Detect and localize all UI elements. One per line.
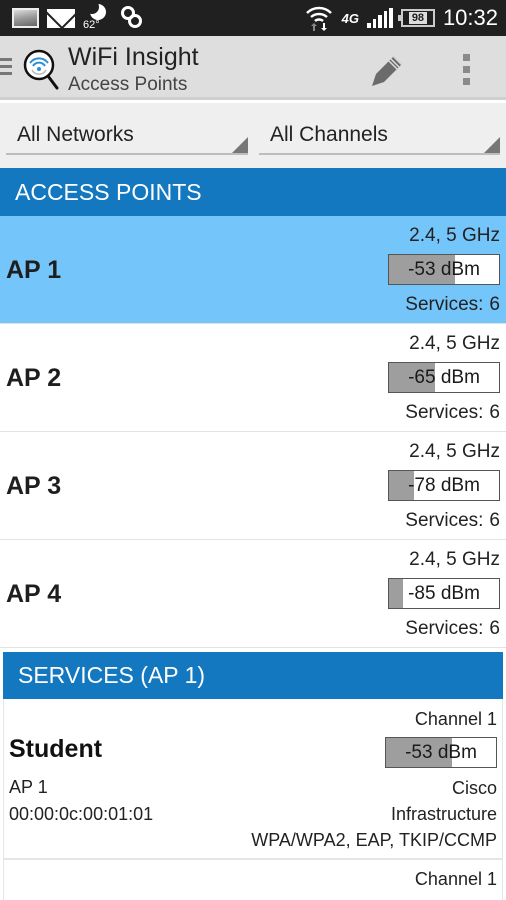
mail-icon (47, 8, 75, 28)
temperature: 62° (83, 19, 100, 31)
signal-value: -65 dBm (408, 367, 480, 388)
ap-name: AP 4 (6, 580, 62, 608)
services-count: 6 (489, 294, 500, 315)
channel-filter-dropdown[interactable]: All Channels (259, 117, 500, 155)
ap-name: AP 1 (6, 256, 62, 284)
access-point-row[interactable]: AP 2 2.4, 5 GHz -65 dBm Services: 6 (0, 324, 506, 432)
service-row[interactable]: Channel 1 (4, 860, 502, 900)
wifi-signal-icon (305, 6, 332, 31)
access-point-list: AP 1 2.4, 5 GHz -53 dBm Services: 6 AP 2 … (0, 216, 506, 648)
gallery-icon (12, 8, 39, 28)
ap-services: Services: 6 (405, 402, 500, 424)
ap-bands: 2.4, 5 GHz (409, 333, 500, 354)
services-count: 6 (489, 402, 500, 423)
network-filter-dropdown[interactable]: All Networks (6, 117, 248, 155)
service-mode: Infrastructure (390, 804, 497, 824)
access-point-row[interactable]: AP 1 2.4, 5 GHz -53 dBm Services: 6 (0, 216, 506, 324)
services-label: Services: (405, 618, 484, 639)
services-label: Services: (405, 402, 484, 423)
pencil-edit-icon[interactable] (364, 48, 408, 92)
app-title: WiFi Insight (68, 43, 199, 71)
clock: 10:32 (442, 5, 498, 30)
overflow-menu-icon[interactable] (454, 50, 478, 90)
ap-services: Services: 6 (405, 618, 500, 640)
ap-name: AP 2 (6, 364, 62, 392)
signal-strength-bar: -53 dBm (388, 254, 500, 285)
sync-icon (119, 5, 145, 31)
dropdown-arrow-icon (484, 137, 500, 153)
ap-services: Services: 6 (405, 294, 500, 316)
network-type: 4G (341, 10, 359, 26)
service-channel: Channel 1 (414, 869, 497, 889)
access-point-row[interactable]: AP 3 2.4, 5 GHz -78 dBm Services: 6 (0, 432, 506, 540)
channel-filter-value: All Channels (270, 123, 388, 146)
service-vendor: Cisco (451, 778, 497, 798)
network-filter-value: All Networks (17, 123, 134, 146)
signal-value: -78 dBm (408, 475, 480, 496)
services-count: 6 (489, 510, 500, 531)
ap-bands: 2.4, 5 GHz (409, 549, 500, 570)
access-point-row[interactable]: AP 4 2.4, 5 GHz -85 dBm Services: 6 (0, 540, 506, 648)
battery-level: 98 (408, 12, 428, 24)
hamburger-menu-icon[interactable] (0, 58, 12, 78)
app-subtitle: Access Points (68, 74, 188, 95)
signal-strength-bar: -53 dBm (385, 737, 497, 768)
status-bar: 62° 4G 98 10:32 (0, 0, 506, 36)
access-points-header: ACCESS POINTS (0, 168, 506, 216)
service-security: WPA/WPA2, EAP, TKIP/CCMP (251, 830, 497, 850)
signal-value: -85 dBm (408, 583, 480, 604)
dropdown-arrow-icon (232, 137, 248, 153)
action-bar: WiFi Insight Access Points (0, 36, 506, 100)
signal-value: -53 dBm (408, 259, 480, 280)
services-header: SERVICES (AP 1) (3, 652, 503, 699)
service-list: Channel 1 Student -53 dBm AP 1 Cisco 00:… (3, 699, 503, 900)
services-label: Services: (405, 294, 484, 315)
weather-night-icon: 62° (83, 0, 111, 33)
signal-strength-bar: -78 dBm (388, 470, 500, 501)
service-ssid: Student (9, 735, 103, 763)
cell-signal-icon (366, 8, 393, 28)
ap-bands: 2.4, 5 GHz (409, 225, 500, 246)
ap-name: AP 3 (6, 472, 62, 500)
battery-icon: 98 (397, 9, 435, 27)
signal-strength-bar: -65 dBm (388, 362, 500, 393)
ap-bands: 2.4, 5 GHz (409, 441, 500, 462)
service-bssid: 00:00:0c:00:01:01 (9, 804, 154, 824)
services-label: Services: (405, 510, 484, 531)
services-count: 6 (489, 618, 500, 639)
signal-strength-bar: -85 dBm (388, 578, 500, 609)
service-channel: Channel 1 (414, 709, 497, 729)
signal-value: -53 dBm (405, 742, 477, 763)
wifi-search-logo-icon[interactable] (22, 48, 60, 92)
filter-bar: All Networks All Channels (0, 103, 506, 168)
ap-services: Services: 6 (405, 510, 500, 532)
service-row[interactable]: Channel 1 Student -53 dBm AP 1 Cisco 00:… (4, 699, 502, 860)
service-ap: AP 1 (9, 777, 48, 797)
